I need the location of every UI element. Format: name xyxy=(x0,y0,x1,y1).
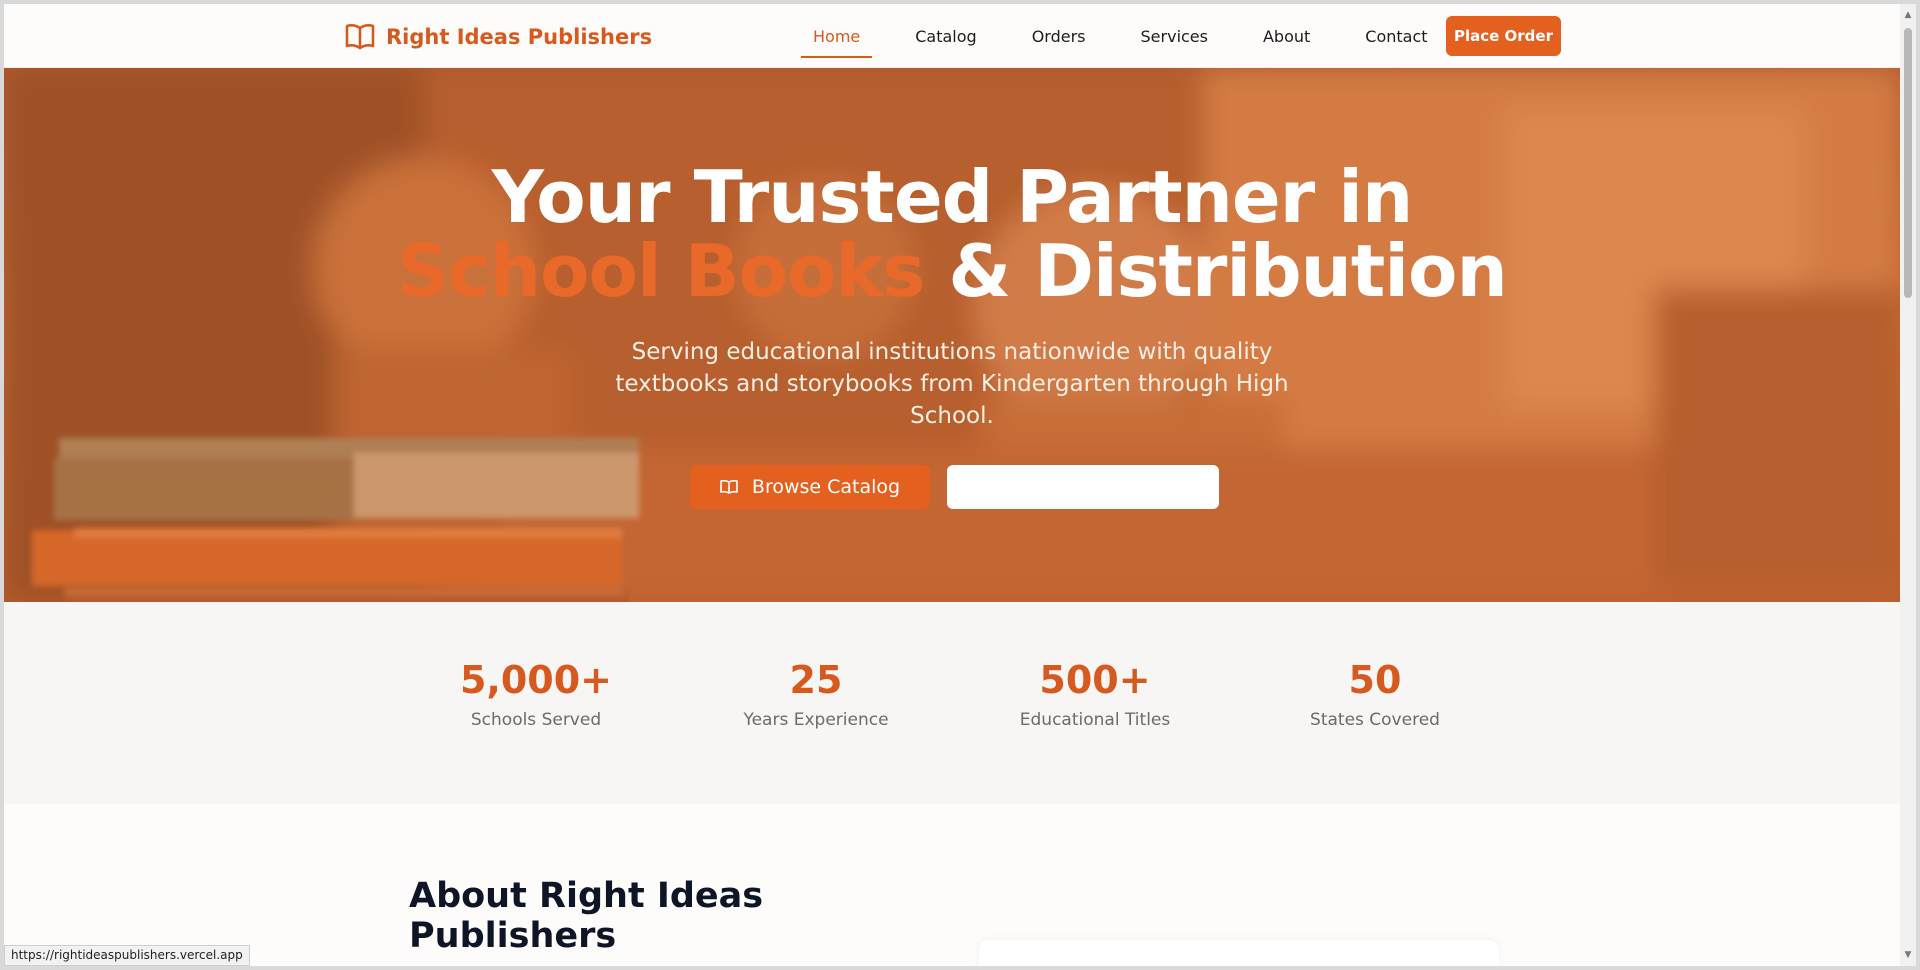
open-book-icon xyxy=(345,24,375,50)
about-title: About Right Ideas Publishers xyxy=(409,876,764,956)
brand-name: Right Ideas Publishers xyxy=(386,25,653,49)
nav-link-services[interactable]: Services xyxy=(1129,4,1220,68)
brand-logo[interactable]: Right Ideas Publishers xyxy=(344,22,652,52)
hero-title-line2: & Distribution xyxy=(924,229,1507,313)
vertical-scrollbar[interactable]: ▲ ▼ xyxy=(1900,4,1916,966)
scroll-down-arrow-icon[interactable]: ▼ xyxy=(1903,950,1913,960)
place-school-order-button[interactable]: Place School Order xyxy=(947,465,1219,509)
place-order-button[interactable]: Place Order xyxy=(1446,16,1561,56)
browse-catalog-button[interactable]: Browse Catalog xyxy=(690,465,930,509)
hero-title-accent: School Books xyxy=(397,229,925,313)
scroll-thumb[interactable] xyxy=(1904,28,1912,298)
scroll-up-arrow-icon[interactable]: ▲ xyxy=(1903,10,1913,20)
book-icon xyxy=(720,479,738,494)
stat-value: 5,000+ xyxy=(459,658,613,702)
status-bar-url: https://rightideaspublishers.vercel.app xyxy=(4,945,250,966)
stat-years-experience: 25 Years Experience xyxy=(686,658,946,730)
stats-section: 5,000+ Schools Served 25 Years Experienc… xyxy=(4,602,1900,804)
hero-section: Your Trusted Partner in School Books & D… xyxy=(4,68,1900,602)
stat-value: 25 xyxy=(789,658,843,702)
place-school-order-label: Place School Order xyxy=(1007,476,1187,498)
nav-links: Home Catalog Orders Services About Conta… xyxy=(801,4,1471,68)
stat-states-covered: 50 States Covered xyxy=(1245,658,1505,730)
stat-value: 50 xyxy=(1348,658,1402,702)
hero-subtitle: Serving educational institutions nationw… xyxy=(615,339,1289,429)
nav-link-home[interactable]: Home xyxy=(801,4,873,68)
browser-viewport: Right Ideas Publishers Home Catalog Orde… xyxy=(4,4,1900,966)
stat-value: 500+ xyxy=(1039,658,1151,702)
about-image-card xyxy=(979,940,1499,966)
stat-label: Years Experience xyxy=(743,710,889,730)
nav-link-contact[interactable]: Contact xyxy=(1353,4,1439,68)
browse-catalog-label: Browse Catalog xyxy=(751,476,901,498)
hero-overlay xyxy=(4,68,1900,602)
nav-link-about[interactable]: About xyxy=(1251,4,1322,68)
top-navbar: Right Ideas Publishers Home Catalog Orde… xyxy=(4,4,1900,68)
stat-educational-titles: 500+ Educational Titles xyxy=(965,658,1225,730)
cart-icon xyxy=(980,480,996,495)
hero-title: Your Trusted Partner in School Books & D… xyxy=(4,160,1900,308)
nav-link-orders[interactable]: Orders xyxy=(1020,4,1098,68)
hero-title-line1: Your Trusted Partner in xyxy=(491,155,1413,239)
stat-label: Schools Served xyxy=(470,710,602,730)
stat-label: Educational Titles xyxy=(1019,710,1171,730)
stat-schools-served: 5,000+ Schools Served xyxy=(406,658,666,730)
stat-label: States Covered xyxy=(1310,710,1440,730)
nav-link-catalog[interactable]: Catalog xyxy=(903,4,988,68)
